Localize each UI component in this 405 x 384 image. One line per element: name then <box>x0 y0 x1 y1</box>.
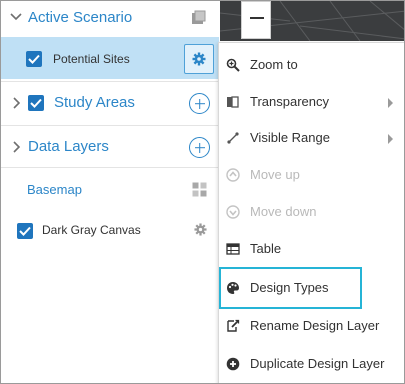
menu-item-label: Duplicate Design Layer <box>250 356 385 371</box>
chevron-down-icon[interactable] <box>10 11 22 24</box>
menu-item-label: Rename Design Layer <box>250 318 380 333</box>
menu-item-label: Zoom to <box>250 57 298 72</box>
active-scenario-label: Active Scenario <box>28 9 133 26</box>
study-areas-checkbox[interactable] <box>28 95 44 111</box>
study-areas-label: Study Areas <box>54 94 135 111</box>
add-study-area-button[interactable] <box>189 93 210 114</box>
layer-group-data-layers[interactable]: Data Layers <box>1 125 219 168</box>
menu-item-label: Move up <box>250 167 300 182</box>
visible-range-icon <box>227 132 239 144</box>
menu-item-rename-design-layer[interactable]: Rename Design Layer <box>219 308 404 344</box>
menu-item-label: Visible Range <box>250 130 330 145</box>
gear-icon <box>192 52 206 66</box>
dark-gray-canvas-label: Dark Gray Canvas <box>42 223 141 237</box>
menu-item-transparency[interactable]: Transparency <box>219 84 404 120</box>
menu-item-label: Table <box>250 241 282 256</box>
dark-gray-canvas-checkbox[interactable] <box>17 223 33 239</box>
rename-icon <box>227 319 240 332</box>
highlight-box <box>219 267 362 309</box>
layer-row-dark-gray-canvas[interactable]: Dark Gray Canvas <box>1 211 219 251</box>
add-data-layer-button[interactable] <box>189 137 210 158</box>
scenario-icon[interactable] <box>191 10 206 30</box>
menu-item-move-down[interactable]: Move down <box>219 194 404 230</box>
move-down-icon <box>226 205 240 219</box>
submenu-arrow-icon <box>388 98 393 108</box>
basemap-gallery-icon[interactable] <box>192 182 207 202</box>
layer-group-study-areas[interactable]: Study Areas <box>1 81 219 124</box>
zoom-to-icon <box>226 58 240 72</box>
menu-item-visible-range[interactable]: Visible Range <box>219 120 404 156</box>
table-icon <box>226 243 240 255</box>
map-view[interactable] <box>220 1 404 41</box>
menu-item-table[interactable]: Table <box>219 231 404 267</box>
potential-sites-label: Potential Sites <box>53 52 130 66</box>
layer-row-potential-sites[interactable]: Potential Sites <box>1 37 219 79</box>
menu-item-zoom-to[interactable]: Zoom to <box>219 47 404 83</box>
zoom-out-button[interactable] <box>241 1 271 39</box>
menu-item-label: Transparency <box>250 94 329 109</box>
layer-settings-button[interactable] <box>184 44 214 74</box>
basemap-header: Basemap <box>1 173 219 207</box>
app-window: Active Scenario Potential Sites Study Ar… <box>0 0 405 384</box>
potential-sites-checkbox[interactable] <box>26 51 42 67</box>
submenu-arrow-icon <box>388 134 393 144</box>
gear-icon[interactable] <box>194 223 207 241</box>
active-scenario-header[interactable]: Active Scenario <box>1 1 219 36</box>
menu-item-label: Move down <box>250 204 317 219</box>
duplicate-icon <box>226 357 240 371</box>
menu-item-duplicate-design-layer[interactable]: Duplicate Design Layer <box>219 346 404 382</box>
menu-item-move-up[interactable]: Move up <box>219 157 404 193</box>
transparency-icon <box>227 96 239 108</box>
data-layers-label: Data Layers <box>28 138 109 155</box>
layer-panel: Active Scenario Potential Sites Study Ar… <box>1 1 219 383</box>
move-up-icon <box>226 168 240 182</box>
basemap-label: Basemap <box>27 182 82 197</box>
chevron-right-icon[interactable] <box>12 97 21 111</box>
layer-context-menu: Zoom to Transparency Visible Range Move … <box>218 42 404 383</box>
chevron-right-icon[interactable] <box>12 141 21 155</box>
